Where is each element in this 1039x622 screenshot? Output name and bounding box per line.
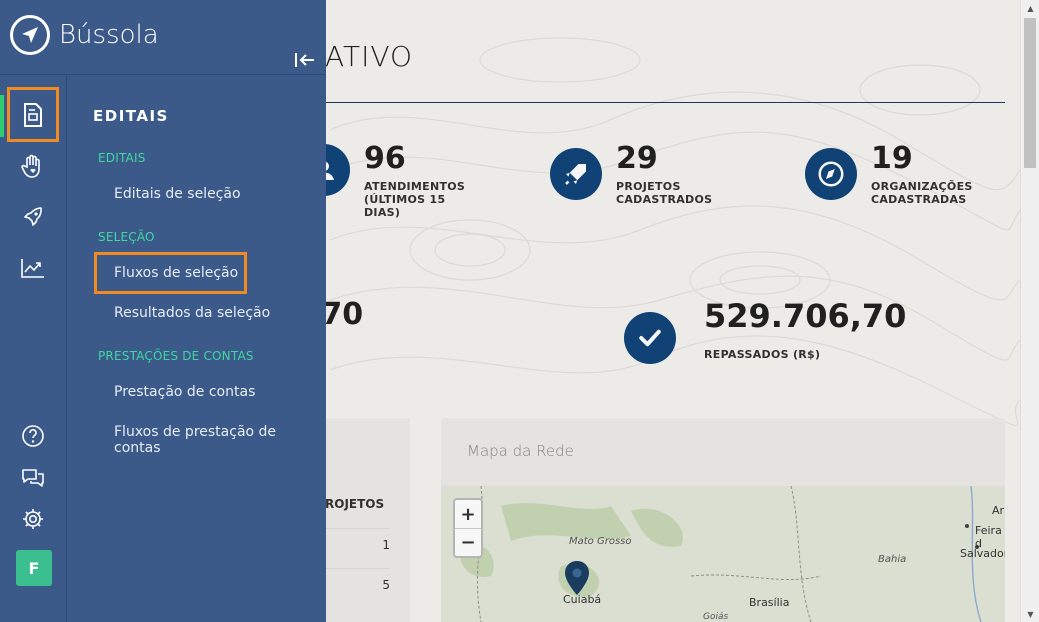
sidebar: Bússola F EDITAIS EDITAIS Editais de sel… [0, 0, 326, 622]
section-title-editais: EDITAIS [98, 151, 146, 165]
section-title-selecao: SELEÇÃO [98, 230, 155, 244]
help-icon [22, 425, 44, 447]
rail-item-projetos[interactable] [18, 202, 48, 232]
collapse-left-icon [295, 53, 314, 67]
icon-rail: F [0, 75, 67, 622]
active-indicator [0, 95, 4, 137]
editais-icon [24, 103, 42, 127]
brand[interactable]: Bússola [10, 15, 159, 55]
rail-item-help[interactable] [18, 421, 48, 451]
scroll-thumb[interactable] [1024, 18, 1036, 168]
menu-item-fluxos-de-selecao[interactable]: Fluxos de seleção [114, 265, 238, 281]
menu-item-editais-de-selecao[interactable]: Editais de seleção [114, 186, 241, 202]
page-scrollbar[interactable]: ▲ ▼ [1020, 0, 1039, 622]
menu-item-resultados-da-selecao[interactable]: Resultados da seleção [114, 305, 270, 321]
scroll-up-arrow-icon[interactable]: ▲ [1021, 0, 1039, 16]
user-avatar[interactable]: F [16, 550, 52, 586]
rail-item-relatorios[interactable] [18, 253, 48, 283]
rail-item-atendimento[interactable] [18, 151, 48, 181]
rail-item-settings[interactable] [18, 504, 48, 534]
chart-line-icon [21, 259, 44, 278]
collapse-sidebar-button[interactable] [292, 48, 318, 72]
menu-item-prestacao-de-contas[interactable]: Prestação de contas [114, 384, 255, 400]
rail-item-chat[interactable] [18, 463, 48, 493]
scroll-down-arrow-icon[interactable]: ▼ [1021, 606, 1039, 622]
rail-item-editais[interactable] [18, 100, 48, 130]
compass-logo-icon [10, 15, 50, 55]
section-title-prestacoes: PRESTAÇÕES DE CONTAS [98, 349, 254, 363]
menu-title: EDITAIS [93, 107, 169, 125]
chat-icon [22, 469, 44, 487]
brand-name: Bússola [59, 20, 159, 50]
menu-item-fluxos-de-prestacao[interactable]: Fluxos de prestação de contas [114, 424, 326, 456]
hand-heart-icon [21, 154, 40, 178]
rocket-icon [24, 207, 42, 226]
gear-icon [23, 509, 43, 529]
